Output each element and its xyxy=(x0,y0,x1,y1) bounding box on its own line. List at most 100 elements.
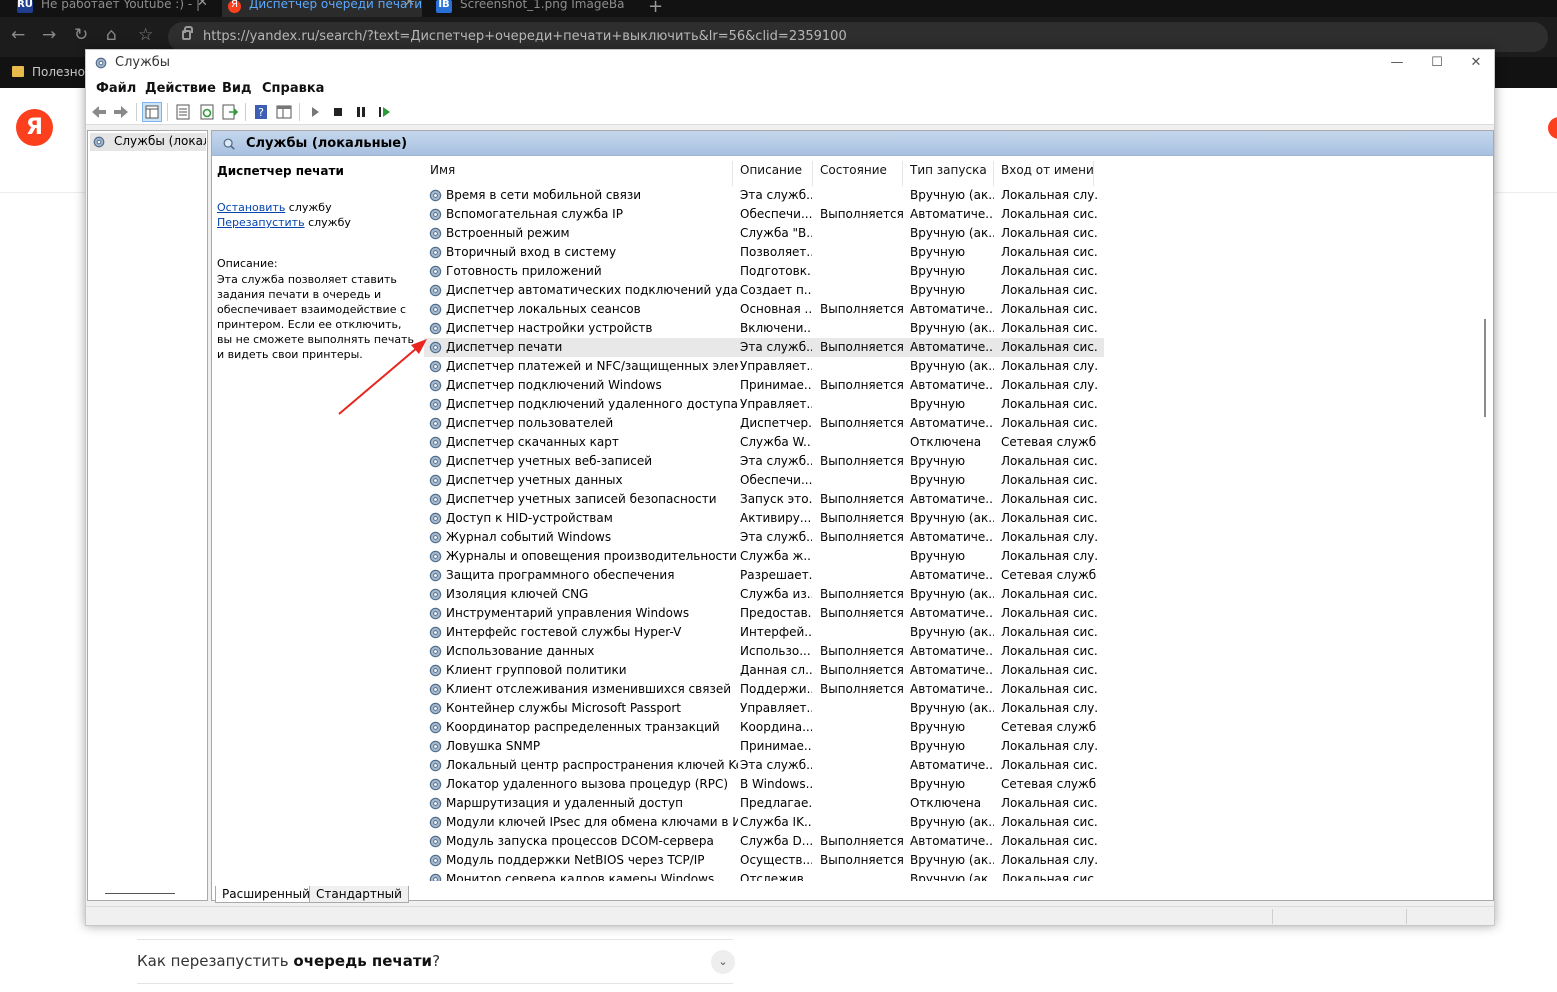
service-row[interactable]: Время в сети мобильной связи Эта служб...… xyxy=(424,186,1104,205)
service-row[interactable]: Диспетчер учетных записей безопасности За… xyxy=(424,490,1104,509)
service-gear-icon xyxy=(429,227,442,240)
home-icon[interactable]: ⌂ xyxy=(106,25,117,45)
service-row[interactable]: Диспетчер учетных веб-записей Эта служб..… xyxy=(424,452,1104,471)
maximize-icon[interactable]: ☐ xyxy=(1423,53,1451,73)
new-tab-icon[interactable]: + xyxy=(648,0,663,17)
service-row[interactable]: Диспетчер подключений удаленного доступа… xyxy=(424,395,1104,414)
export-list-icon[interactable] xyxy=(221,103,239,121)
service-row[interactable]: Диспетчер печати Эта служб... Выполняется А… xyxy=(424,338,1104,357)
service-description: Служба "В... xyxy=(740,226,812,240)
service-log-on-as: Локальная сис... xyxy=(1001,454,1097,468)
service-row[interactable]: Готовность приложений Подготовк... Вручную… xyxy=(424,262,1104,281)
pause-icon[interactable] xyxy=(352,103,370,121)
play-icon[interactable] xyxy=(306,103,324,121)
service-startup-type: Вручную xyxy=(910,245,966,259)
svg-text:?: ? xyxy=(258,106,264,119)
column-header-name[interactable]: Имя ^ xyxy=(424,161,733,186)
service-row[interactable]: Ловушка SNMP Принимае... Вручную Локальная … xyxy=(424,737,1104,756)
service-row[interactable]: Доступ к HID-устройствам Активиру... Выпол… xyxy=(424,509,1104,528)
service-row[interactable]: Использование данных Использо... Выполняет… xyxy=(424,642,1104,661)
browser-tab-1[interactable]: RU Не работает Youtube :) - | ✕ xyxy=(17,0,214,17)
forward-arrow-icon[interactable]: → xyxy=(42,25,56,45)
service-row[interactable]: Вторичный вход в систему Позволяет... Вруч… xyxy=(424,243,1104,262)
service-row[interactable]: Журналы и оповещения производительности С… xyxy=(424,547,1104,566)
forward-arrow-icon[interactable] xyxy=(112,103,130,121)
bookmark-folder-label[interactable]: Полезное xyxy=(32,65,92,79)
window-titlebar[interactable]: Службы — ☐ ✕ xyxy=(86,50,1494,77)
service-row[interactable]: Защита программного обеспечения Разрешает… xyxy=(424,566,1104,585)
vertical-scrollbar[interactable] xyxy=(1478,161,1492,882)
close-icon[interactable]: ✕ xyxy=(404,0,415,9)
service-row[interactable]: Клиент отслеживания изменившихся связей П… xyxy=(424,680,1104,699)
service-row[interactable]: Локатор удаленного вызова процедур (RPC)… xyxy=(424,775,1104,794)
service-description: Интерфей... xyxy=(740,625,812,639)
service-row[interactable]: Контейнер службы Microsoft Passport Управ… xyxy=(424,699,1104,718)
yandex-logo-icon[interactable]: Я xyxy=(16,109,53,146)
help-icon[interactable]: ? xyxy=(252,103,270,121)
lock-icon xyxy=(182,26,193,40)
chevron-down-icon[interactable]: ⌄ xyxy=(711,950,735,974)
browser-tab-2[interactable]: Я Диспетчер очереди печати ✕ xyxy=(222,0,422,17)
tab-extended[interactable]: Расширенный xyxy=(215,886,317,903)
service-row[interactable]: Диспетчер настройки устройств Включени...… xyxy=(424,319,1104,338)
column-header-status[interactable]: Состояние xyxy=(814,161,903,186)
column-header-log-on-as[interactable]: Вход от имени xyxy=(995,161,1094,186)
service-row[interactable]: Локальный центр распространения ключей K… xyxy=(424,756,1104,775)
service-name: Клиент групповой политики xyxy=(446,663,627,677)
service-row[interactable]: Инструментарий управления Windows Предост… xyxy=(424,604,1104,623)
menu-action[interactable]: Действие xyxy=(145,81,216,96)
service-row[interactable]: Интерфейс гостевой службы Hyper-V Интерфе… xyxy=(424,623,1104,642)
service-startup-type: Автоматиче... xyxy=(910,378,994,392)
url-field[interactable]: https://yandex.ru/search/?text=Диспетчер… xyxy=(168,22,1548,52)
browser-tab-3[interactable]: IB Screenshot_1.png ImageBa xyxy=(432,0,638,17)
scrollbar-thumb[interactable] xyxy=(1484,319,1486,417)
properties-icon[interactable] xyxy=(174,103,192,121)
tree-scrollbar[interactable] xyxy=(105,893,175,894)
console-tree-icon[interactable] xyxy=(142,102,162,122)
refresh-icon[interactable] xyxy=(198,103,216,121)
service-row[interactable]: Изоляция ключей CNG Служба из... Выполняет… xyxy=(424,585,1104,604)
service-name: Маршрутизация и удаленный доступ xyxy=(446,796,683,810)
star-icon[interactable]: ☆ xyxy=(138,25,153,45)
yandex-profile-icon[interactable] xyxy=(1548,117,1557,139)
service-row[interactable]: Вспомогательная служба IP Обеспечи... Выпо… xyxy=(424,205,1104,224)
service-row[interactable]: Модуль поддержки NetBIOS через TCP/IP Осу… xyxy=(424,851,1104,870)
service-row[interactable]: Диспетчер автоматических подключений уда… xyxy=(424,281,1104,300)
service-row[interactable]: Встроенный режим Служба "В... Вручную (ак.… xyxy=(424,224,1104,243)
service-row[interactable]: Монитор сервера кадров камеры Windows Отс… xyxy=(424,870,1104,881)
minimize-icon[interactable]: — xyxy=(1383,53,1411,73)
service-row[interactable]: Диспетчер учетных данных Обеспечи... Вручн… xyxy=(424,471,1104,490)
stop-service-link[interactable]: Остановить xyxy=(217,201,285,214)
close-icon[interactable]: ✕ xyxy=(197,0,208,9)
service-name: Журнал событий Windows xyxy=(446,530,612,544)
menu-file[interactable]: Файл xyxy=(96,81,136,96)
tree-item-services-local[interactable]: Службы (локалы xyxy=(90,133,206,151)
menu-view[interactable]: Вид xyxy=(222,81,252,96)
back-arrow-icon[interactable]: ← xyxy=(11,25,25,45)
reload-icon[interactable]: ↻ xyxy=(74,25,88,45)
service-row[interactable]: Модуль запуска процессов DCOM-сервера Слу… xyxy=(424,832,1104,851)
tab-standard[interactable]: Стандартный xyxy=(309,886,409,903)
back-arrow-icon[interactable] xyxy=(90,103,108,121)
service-gear-icon xyxy=(429,816,442,829)
menu-help[interactable]: Справка xyxy=(262,81,324,96)
service-row[interactable]: Диспетчер подключений Windows Принимае...… xyxy=(424,376,1104,395)
column-header-startup-type[interactable]: Тип запуска xyxy=(904,161,994,186)
service-row[interactable]: Журнал событий Windows Эта служб... Выполн… xyxy=(424,528,1104,547)
restart-service-link[interactable]: Перезапустить xyxy=(217,216,305,229)
service-row[interactable]: Маршрутизация и удаленный доступ Предлага… xyxy=(424,794,1104,813)
column-header-description[interactable]: Описание xyxy=(734,161,813,186)
faq-question[interactable]: Как перезапустить очередь печати? xyxy=(137,952,440,970)
close-icon[interactable]: ✕ xyxy=(1462,53,1490,73)
service-row[interactable]: Диспетчер скачанных карт Служба W... Отклю… xyxy=(424,433,1104,452)
service-row[interactable]: Координатор распределенных транзакций Коо… xyxy=(424,718,1104,737)
service-row[interactable]: Диспетчер локальных сеансов Основная ... В… xyxy=(424,300,1104,319)
show-hide-pane-icon[interactable] xyxy=(275,103,293,121)
stop-icon[interactable] xyxy=(329,103,347,121)
service-row[interactable]: Диспетчер платежей и NFC/защищенных элем… xyxy=(424,357,1104,376)
restart-icon[interactable] xyxy=(375,103,393,121)
service-row[interactable]: Диспетчер пользователей Диспетчер... Выпол… xyxy=(424,414,1104,433)
service-description: Отслежив... xyxy=(740,872,812,881)
service-row[interactable]: Клиент групповой политики Данная сл... Вып… xyxy=(424,661,1104,680)
service-row[interactable]: Модули ключей IPsec для обмена ключами в… xyxy=(424,813,1104,832)
